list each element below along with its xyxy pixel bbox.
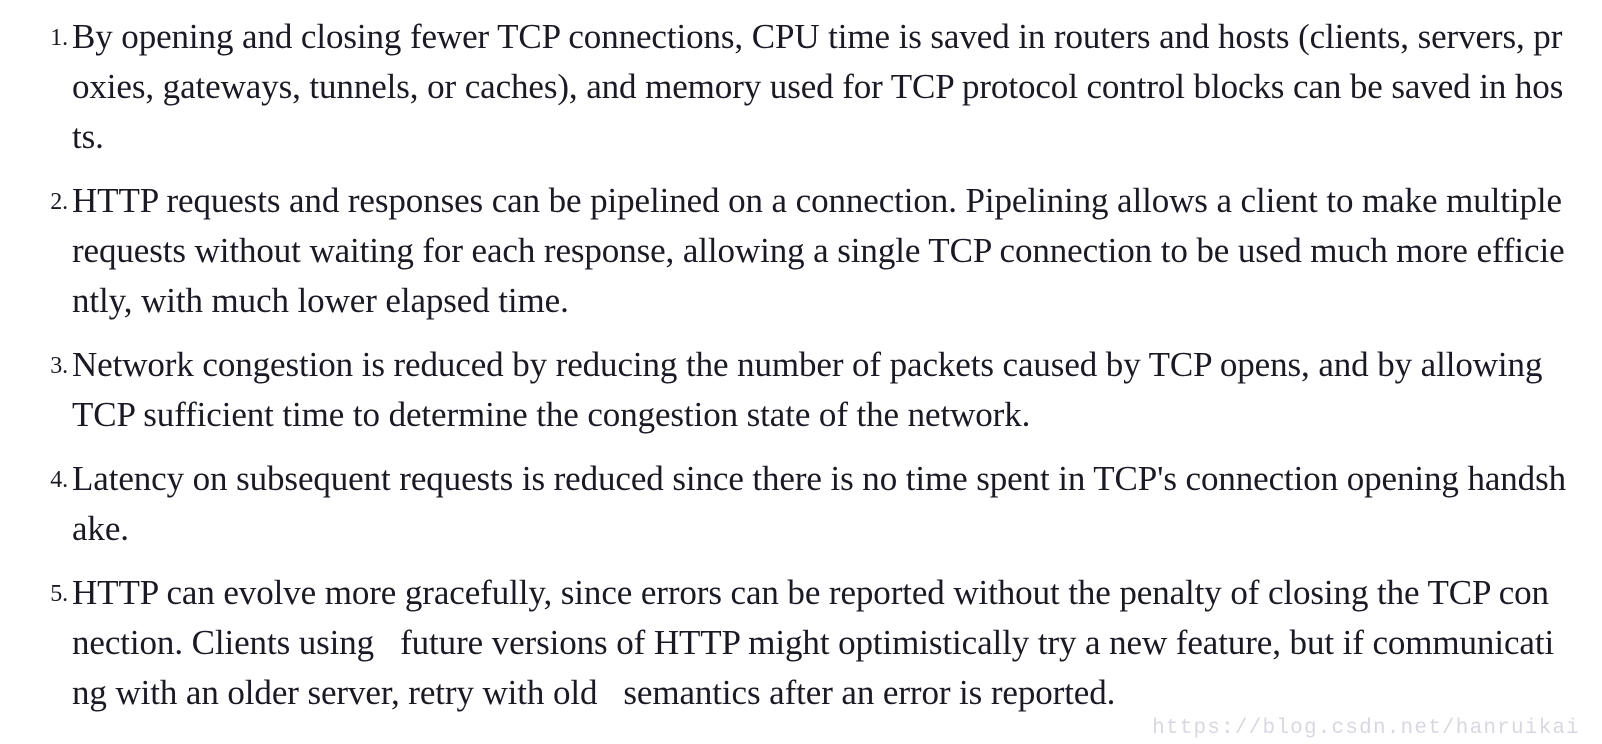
list-item: 5. HTTP can evolve more gracefully, sinc… <box>24 568 1566 718</box>
list-item-text: HTTP can evolve more gracefully, since e… <box>72 568 1566 718</box>
list-item: 1. By opening and closing fewer TCP conn… <box>24 12 1566 162</box>
document-page: 1. By opening and closing fewer TCP conn… <box>0 0 1602 744</box>
list-item-text: HTTP requests and responses can be pipel… <box>72 181 1565 320</box>
list-item: 2. HTTP requests and responses can be pi… <box>24 176 1566 326</box>
watermark: https://blog.csdn.net/hanruikai <box>1152 717 1580 740</box>
list-item-text: By opening and closing fewer TCP connect… <box>72 17 1564 156</box>
list-item-text-segment-3: semantics after an error is reported. <box>623 673 1116 712</box>
list-item: 4. Latency on subsequent requests is red… <box>24 454 1566 554</box>
list-item: 3. Network congestion is reduced by redu… <box>24 340 1566 440</box>
list-item-text: Latency on subsequent requests is reduce… <box>72 459 1567 548</box>
list-item-marker: 2. <box>50 189 68 215</box>
list-item-marker: 5. <box>50 581 68 607</box>
list-item-marker: 4. <box>50 467 68 493</box>
list-item-marker: 3. <box>50 353 68 379</box>
benefit-list: 1. By opening and closing fewer TCP conn… <box>24 12 1566 718</box>
list-item-text: Network congestion is reduced by reducin… <box>72 345 1543 434</box>
list-item-marker: 1. <box>50 25 68 51</box>
